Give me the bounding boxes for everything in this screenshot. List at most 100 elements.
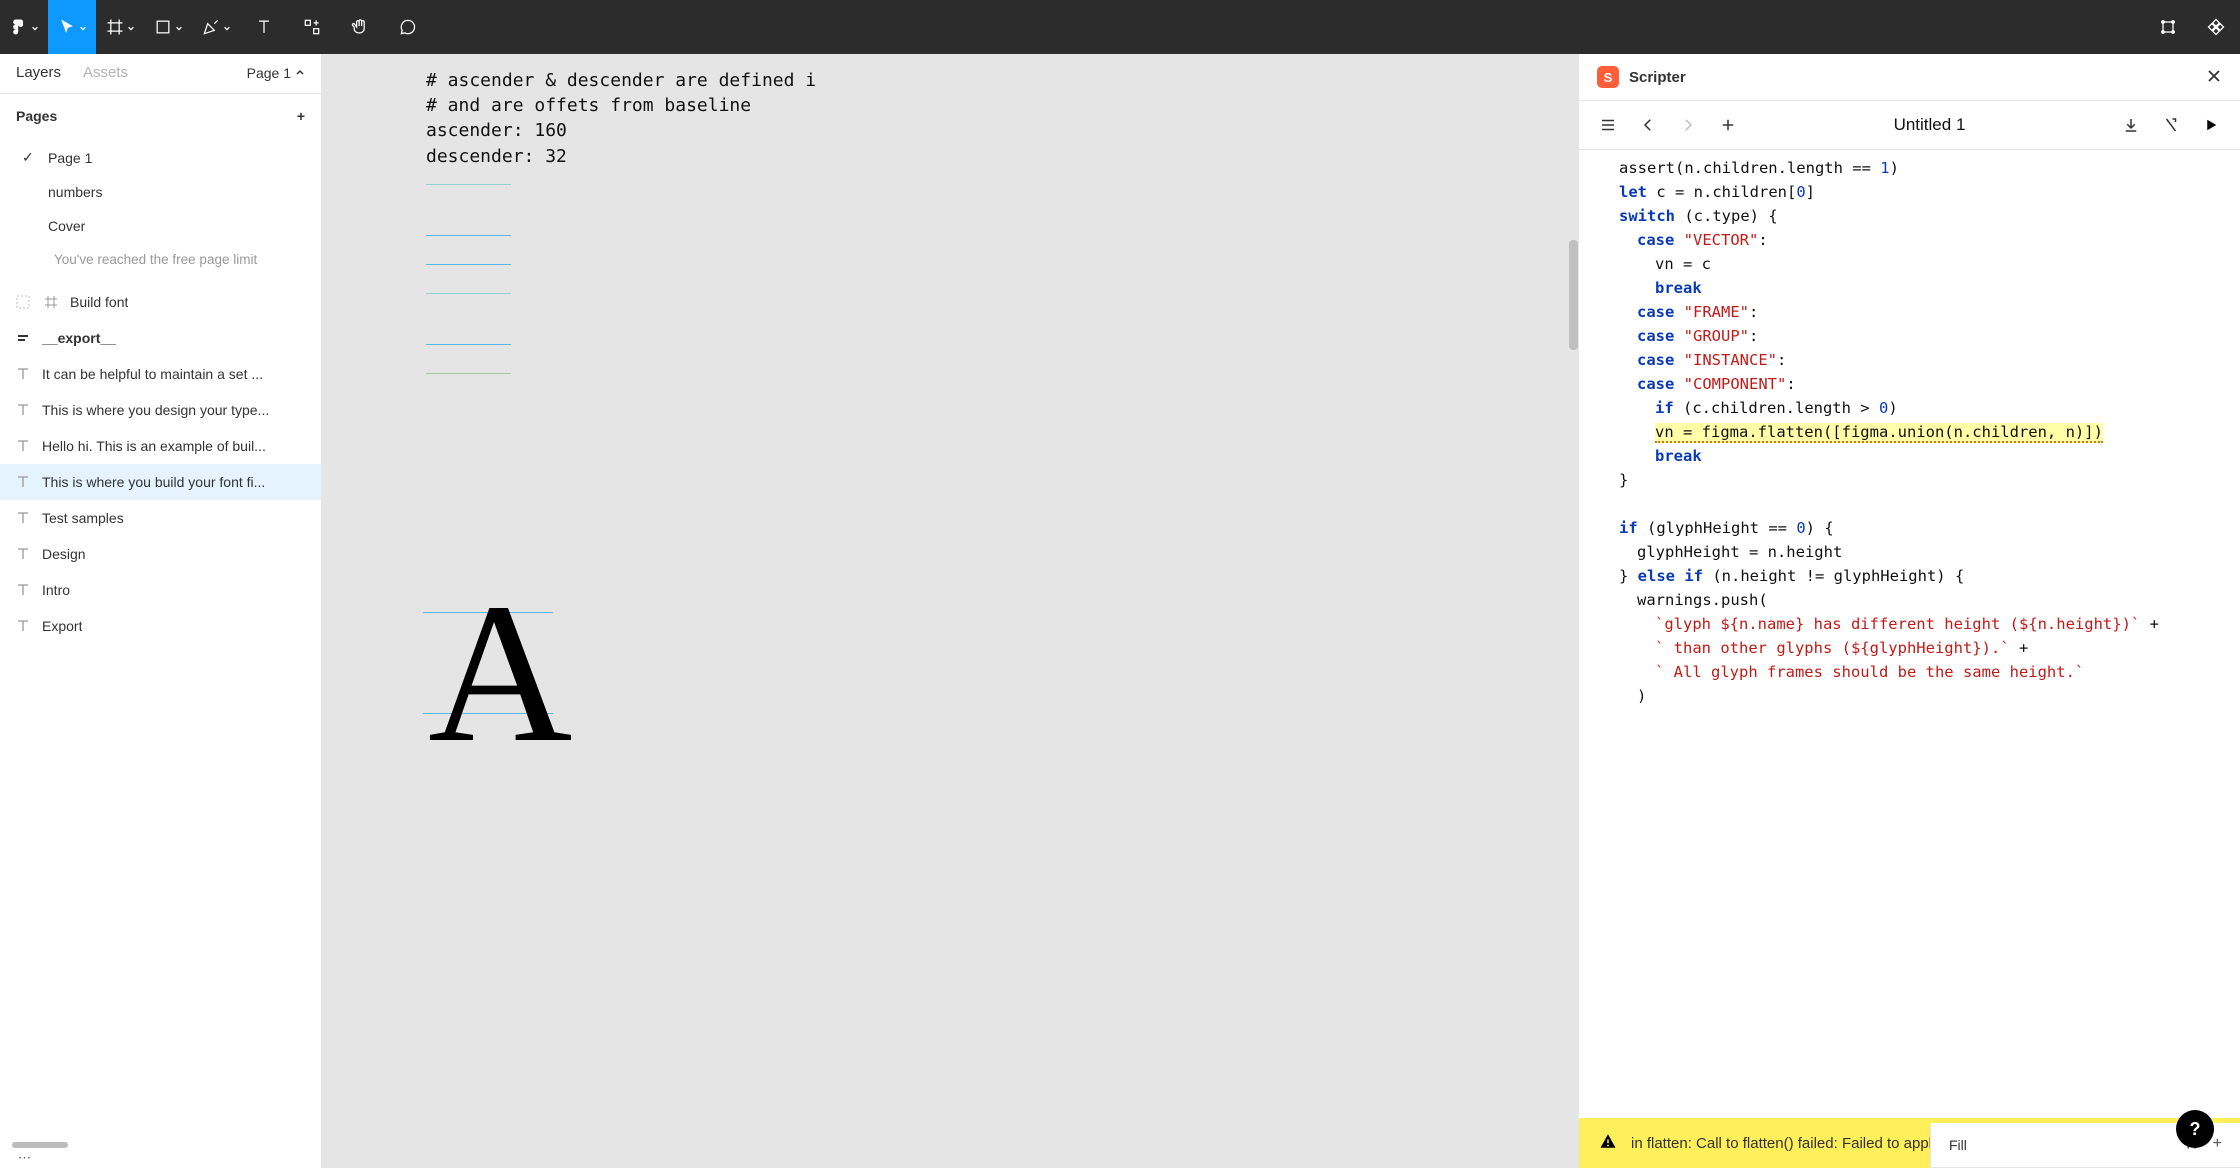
warning-icon — [1599, 1132, 1617, 1154]
back-button[interactable] — [1639, 116, 1657, 134]
boolean-tool-button[interactable] — [2192, 0, 2240, 54]
fill-label: Fill — [1949, 1137, 1967, 1153]
canvas-scrollbar[interactable] — [1569, 240, 1578, 350]
resources-button[interactable] — [288, 0, 336, 54]
more-icon[interactable]: ⋯ — [0, 1148, 321, 1168]
forward-button[interactable] — [1679, 116, 1697, 134]
code-line: case "FRAME": — [1619, 300, 2240, 324]
close-scripter-button[interactable] — [2206, 68, 2222, 87]
glyph-preview: A — [428, 574, 572, 774]
help-button[interactable]: ? — [2176, 1110, 2214, 1148]
layer-item[interactable]: Export — [0, 608, 321, 644]
code-line: ` than other glyphs (${glyphHeight}).` + — [1619, 636, 2240, 660]
page-selector-label: Page 1 — [247, 65, 291, 81]
code-line: `glyph ${n.name} has different height ($… — [1619, 612, 2240, 636]
script-doc-title[interactable]: Untitled 1 — [1759, 115, 2100, 135]
layer-name: Build font — [70, 294, 128, 310]
code-line: case "INSTANCE": — [1619, 348, 2240, 372]
text-icon — [14, 438, 32, 454]
typography-guides — [426, 184, 511, 424]
add-fill-button[interactable]: + — [2213, 1135, 2222, 1155]
layer-item[interactable]: __export__ — [0, 320, 321, 356]
scripter-title: Scripter — [1629, 69, 1686, 86]
layer-name: Design — [42, 546, 86, 562]
top-toolbar — [0, 0, 2240, 54]
figma-menu-button[interactable] — [0, 0, 48, 54]
pages-header: Pages — [16, 108, 57, 124]
frame-tool-button[interactable] — [96, 0, 144, 54]
layer-name: Intro — [42, 582, 70, 598]
page-item[interactable]: ✓ Page 1 — [0, 140, 321, 175]
page-name: You've reached the free page limit — [54, 252, 257, 267]
code-line: let c = n.children[0] — [1619, 180, 2240, 204]
page-name: Page 1 — [48, 150, 92, 166]
text-tool-button[interactable] — [240, 0, 288, 54]
code-line: } else if (n.height != glyphHeight) { — [1619, 564, 2240, 588]
text-icon — [14, 618, 32, 634]
layer-name: This is where you build your font fi... — [42, 474, 265, 490]
run-button[interactable] — [2202, 116, 2220, 134]
layer-name: This is where you design your type... — [42, 402, 269, 418]
layer-item[interactable]: It can be helpful to maintain a set ... — [0, 356, 321, 392]
pen-tool-button[interactable] — [192, 0, 240, 54]
page-item[interactable]: Cover — [0, 209, 321, 243]
add-page-button[interactable]: + — [297, 109, 305, 123]
code-line: case "VECTOR": — [1619, 228, 2240, 252]
tab-layers[interactable]: Layers — [16, 64, 61, 81]
code-line: break — [1619, 276, 2240, 300]
comment-tool-button[interactable] — [384, 0, 432, 54]
page-name: numbers — [48, 184, 102, 200]
canvas[interactable]: # ascender & descender are defined i# an… — [322, 54, 1578, 1168]
page-item[interactable]: You've reached the free page limit — [0, 243, 321, 276]
hamburger-icon[interactable] — [1599, 116, 1617, 134]
code-line: glyphHeight = n.height — [1619, 540, 2240, 564]
code-line: warnings.push( — [1619, 588, 2240, 612]
scripter-panel: S Scripter Untitled 1 assert(n.ch — [1578, 54, 2240, 1168]
page-name: Cover — [48, 218, 85, 234]
page-selector[interactable]: Page 1 — [247, 65, 305, 81]
layer-item[interactable]: This is where you build your font fi... — [0, 464, 321, 500]
layer-item[interactable]: Test samples — [0, 500, 321, 536]
layer-item[interactable]: Intro — [0, 572, 321, 608]
page-item[interactable]: numbers — [0, 175, 321, 209]
shape-tool-button[interactable] — [144, 0, 192, 54]
scripter-logo-icon: S — [1597, 66, 1619, 88]
code-editor[interactable]: assert(n.children.length == 1)let c = n.… — [1579, 150, 2240, 1118]
text-icon — [14, 546, 32, 562]
layer-item[interactable]: Hello hi. This is an example of buil... — [0, 428, 321, 464]
align-tool-button[interactable] — [2144, 0, 2192, 54]
download-icon[interactable] — [2122, 116, 2140, 134]
layer-name: Hello hi. This is an example of buil... — [42, 438, 266, 454]
layer-item[interactable]: This is where you design your type... — [0, 392, 321, 428]
move-tool-button[interactable] — [48, 0, 96, 54]
code-line: vn = c — [1619, 252, 2240, 276]
text-icon — [14, 582, 32, 598]
code-line: case "COMPONENT": — [1619, 372, 2240, 396]
frame-icon — [42, 294, 60, 310]
tab-assets[interactable]: Assets — [83, 64, 128, 81]
text-icon — [14, 402, 32, 418]
code-line: assert(n.children.length == 1) — [1619, 156, 2240, 180]
layer-name: It can be helpful to maintain a set ... — [42, 366, 263, 382]
code-line: if (c.children.length > 0) — [1619, 396, 2240, 420]
layer-name: Test samples — [42, 510, 124, 526]
code-line: ) — [1619, 684, 2240, 708]
layer-item[interactable]: Build font — [0, 284, 321, 320]
component-icon — [14, 330, 32, 346]
new-script-button[interactable] — [1719, 116, 1737, 134]
layer-name: __export__ — [42, 330, 116, 346]
text-icon — [14, 474, 32, 490]
code-line: break — [1619, 444, 2240, 468]
layer-item[interactable]: Design — [0, 536, 321, 572]
hand-tool-button[interactable] — [336, 0, 384, 54]
check-icon: ✓ — [22, 149, 36, 166]
code-line: ` All glyph frames should be the same he… — [1619, 660, 2240, 684]
code-line: switch (c.type) { — [1619, 204, 2240, 228]
left-sidebar: Layers Assets Page 1 Pages + ✓ Page 1 numb… — [0, 54, 322, 1168]
code-line: } — [1619, 468, 2240, 492]
code-line: vn = figma.flatten([figma.union(n.childr… — [1619, 420, 2240, 444]
dashed-icon — [14, 294, 32, 310]
canvas-code-text: # ascender & descender are defined i# an… — [426, 68, 816, 169]
clear-icon[interactable] — [2162, 116, 2180, 134]
text-icon — [14, 510, 32, 526]
